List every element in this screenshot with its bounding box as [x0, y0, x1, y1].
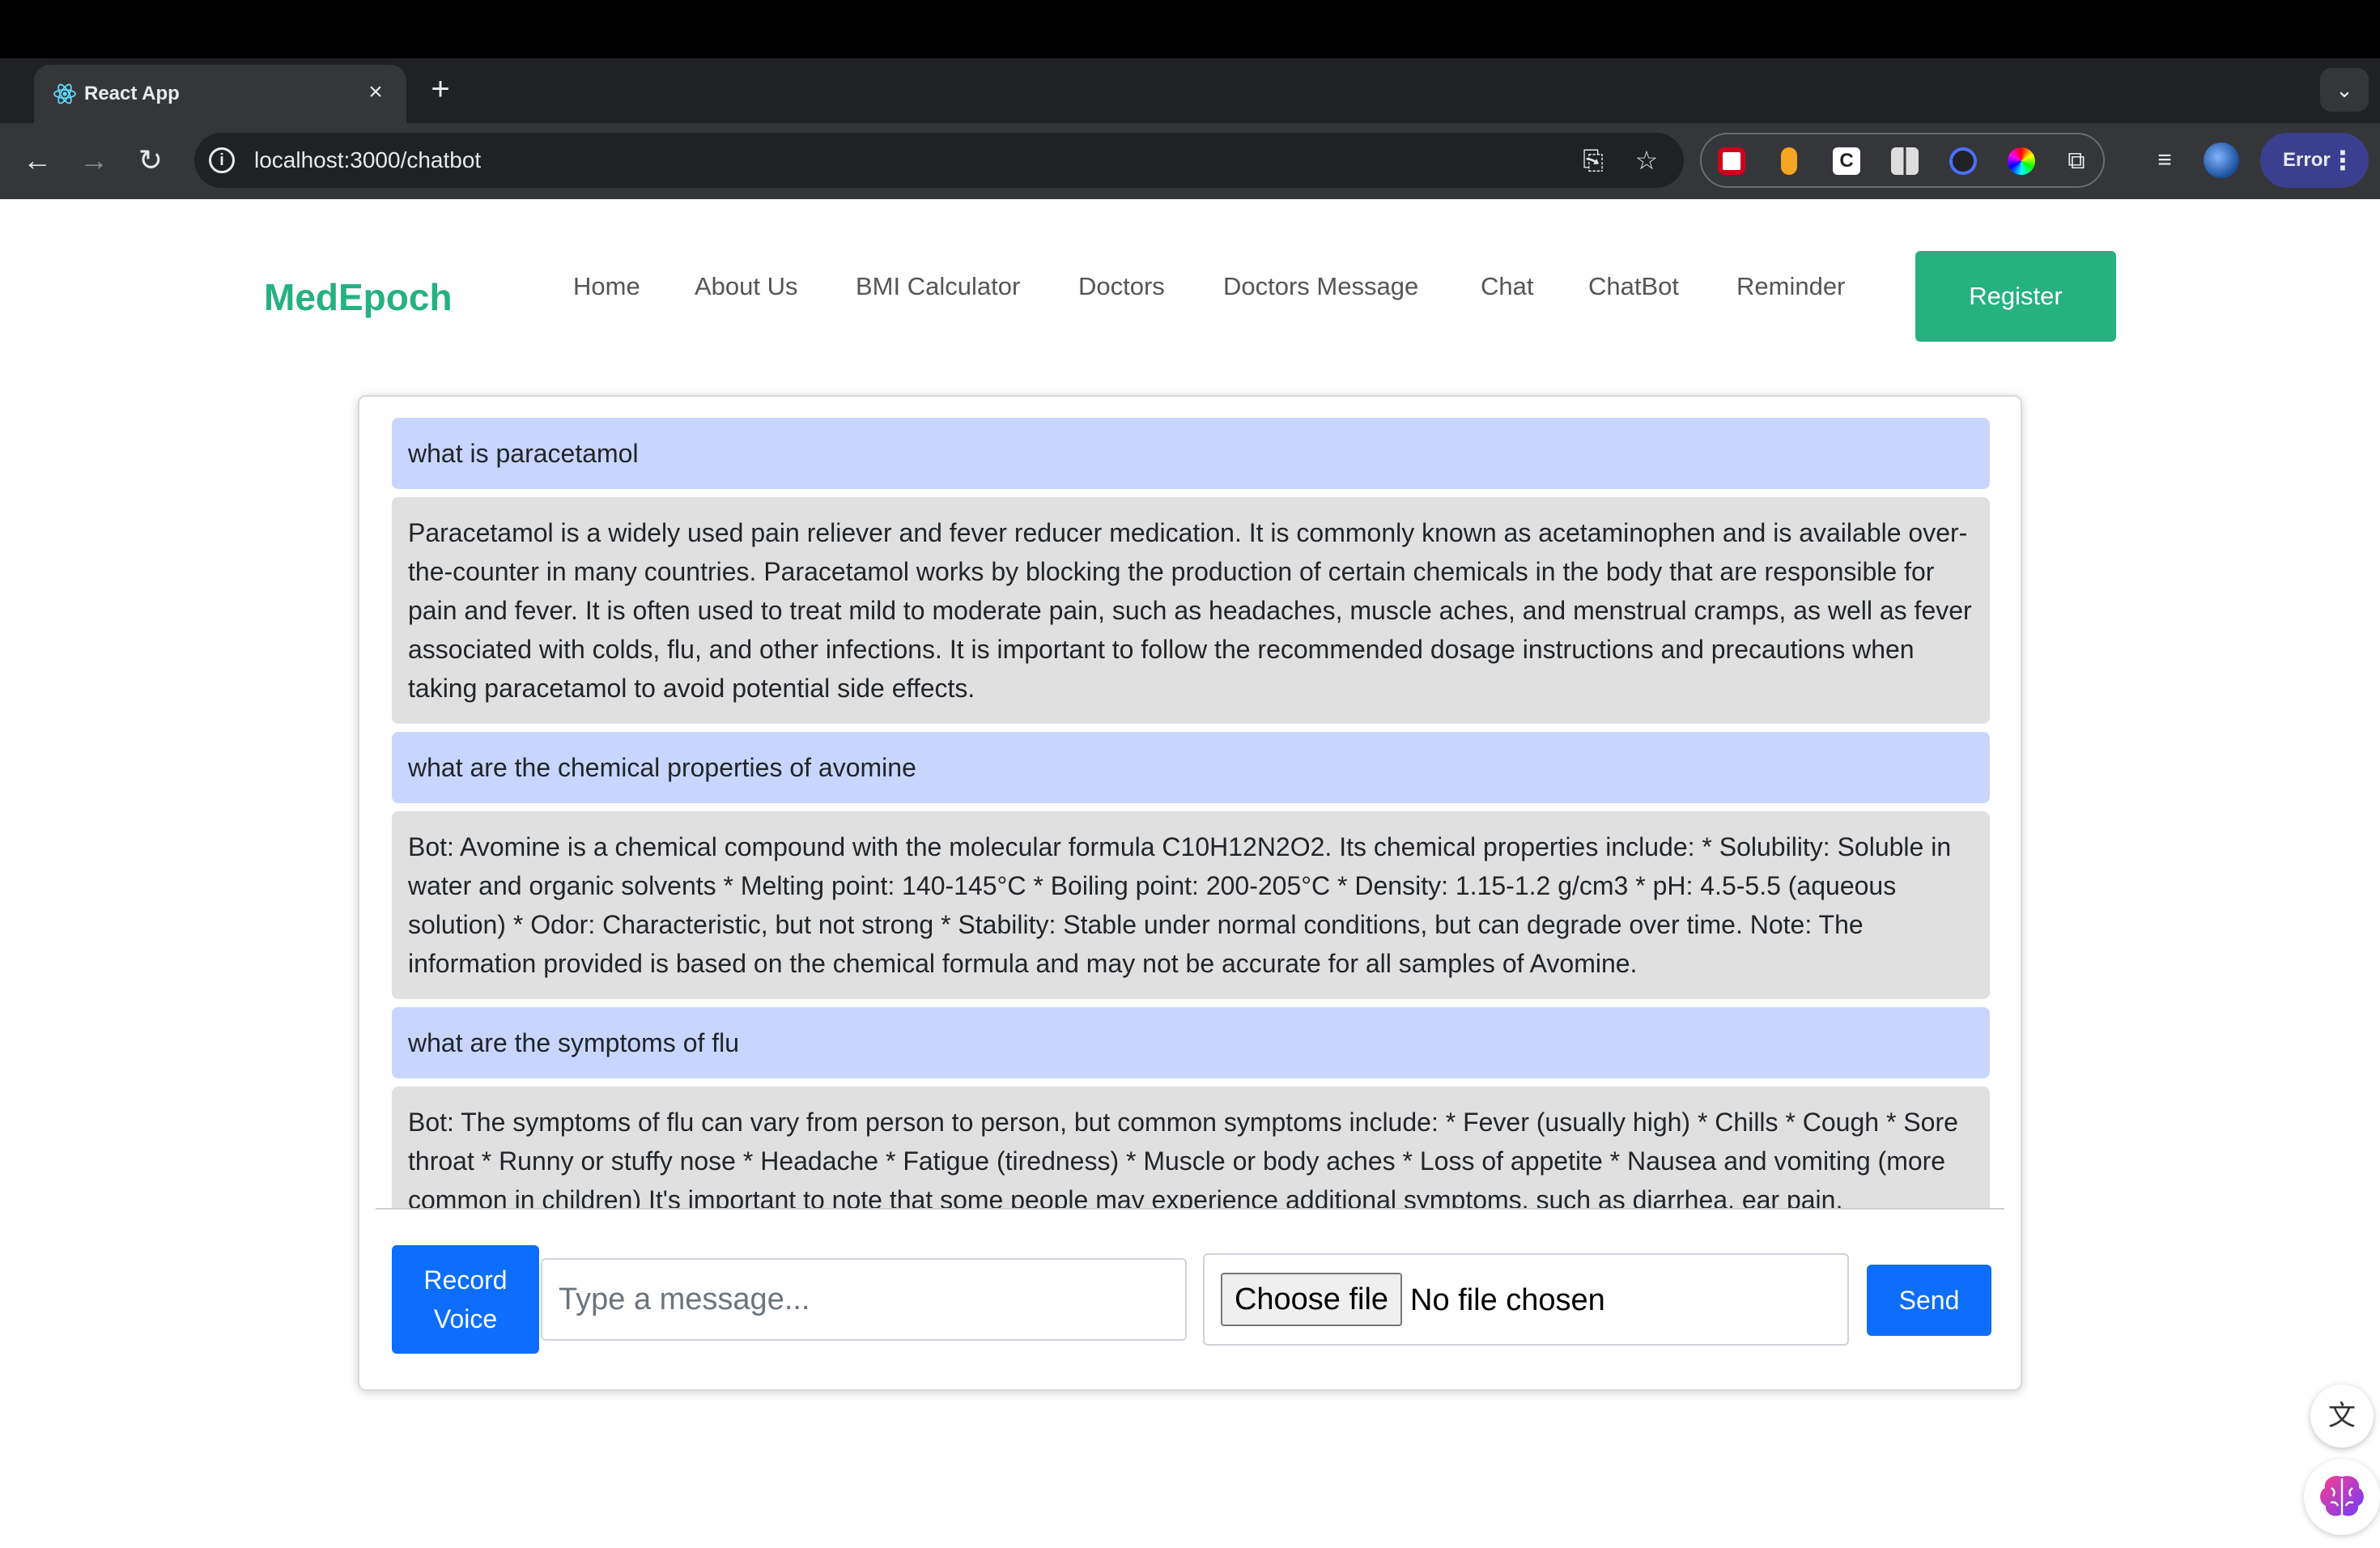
- nav-bmi-calculator[interactable]: BMI Calculator: [856, 272, 1020, 301]
- page-viewport: MedEpoch Home About Us BMI Calculator Do…: [0, 199, 2380, 1548]
- choose-file-button[interactable]: Choose file: [1221, 1273, 1402, 1326]
- message-input[interactable]: Type a message...: [541, 1258, 1187, 1341]
- message-list[interactable]: what is paracetamol Paracetamol is a wid…: [359, 397, 2021, 1208]
- reload-icon[interactable]: ↻: [130, 139, 172, 181]
- back-arrow-icon[interactable]: ←: [16, 139, 58, 181]
- system-menu-bar: [0, 0, 2380, 58]
- bot-message: Bot: The symptoms of flu can vary from p…: [392, 1087, 1990, 1208]
- extensions-group: C ⧉: [1700, 133, 2105, 188]
- record-voice-label-line1: Record: [423, 1265, 508, 1295]
- browser-tab[interactable]: React App ×: [34, 65, 406, 123]
- nav-chat[interactable]: Chat: [1481, 272, 1533, 301]
- new-tab-icon[interactable]: +: [423, 73, 458, 108]
- record-voice-label-line2: Voice: [433, 1304, 498, 1333]
- bot-message: Paracetamol is a widely used pain reliev…: [392, 497, 1990, 724]
- nav-about-us[interactable]: About Us: [695, 272, 798, 301]
- brain-icon[interactable]: [2304, 1459, 2380, 1535]
- user-message: what are the symptoms of flu: [392, 1007, 1990, 1078]
- react-logo-icon: [53, 83, 76, 104]
- nav-doctors[interactable]: Doctors: [1078, 272, 1165, 301]
- extension-circle-icon[interactable]: [1949, 147, 1977, 175]
- translate-icon[interactable]: 文: [2310, 1384, 2374, 1448]
- address-bar[interactable]: i localhost:3000/chatbot ⎘ ☆: [194, 133, 1684, 188]
- puzzle-icon[interactable]: ⧉: [2063, 147, 2090, 175]
- forward-arrow-icon[interactable]: →: [73, 139, 115, 181]
- send-button[interactable]: Send: [1867, 1265, 1991, 1336]
- url-text[interactable]: localhost:3000/chatbot: [254, 147, 481, 173]
- tab-strip: React App × + ⌄: [0, 58, 2380, 123]
- nav-doctors-message[interactable]: Doctors Message: [1223, 272, 1418, 301]
- register-button[interactable]: Register: [1915, 251, 2116, 342]
- extension-orange-icon[interactable]: [1781, 147, 1797, 175]
- extension-c-icon[interactable]: C: [1833, 147, 1860, 175]
- nav-home[interactable]: Home: [573, 272, 640, 301]
- browser-toolbar: ← → ↻ i localhost:3000/chatbot ⎘ ☆ C ⧉ ≡…: [0, 123, 2380, 199]
- media-queue-icon[interactable]: ≡: [2145, 141, 2184, 180]
- nav-chatbot[interactable]: ChatBot: [1588, 272, 1679, 301]
- brain-icon-graphic: [2320, 1475, 2364, 1516]
- chat-container: what is paracetamol Paracetamol is a wid…: [358, 395, 2022, 1391]
- tab-search-chevron-icon[interactable]: ⌄: [2320, 68, 2369, 112]
- nav-reminder[interactable]: Reminder: [1736, 272, 1845, 301]
- composer-divider: [376, 1208, 2004, 1210]
- profile-error-label: Error: [2283, 149, 2331, 171]
- user-message: what are the chemical properties of avom…: [392, 732, 1990, 803]
- install-app-icon[interactable]: ⎘: [1577, 144, 1609, 176]
- extension-record-icon[interactable]: [1718, 147, 1745, 175]
- tab-title: React App: [84, 83, 180, 104]
- extension-reader-icon[interactable]: [1891, 147, 1919, 175]
- file-input[interactable]: Choose file No file chosen: [1203, 1253, 1849, 1346]
- profile-error-button[interactable]: Error ⋮: [2260, 133, 2369, 188]
- bot-message: Bot: Avomine is a chemical compound with…: [392, 811, 1990, 999]
- record-voice-button[interactable]: Record Voice: [392, 1245, 539, 1354]
- extension-color-icon[interactable]: [2008, 147, 2035, 175]
- more-menu-icon[interactable]: ⋮: [2330, 133, 2356, 188]
- close-tab-icon[interactable]: ×: [359, 76, 392, 108]
- user-message: what is paracetamol: [392, 418, 1990, 489]
- star-icon[interactable]: ☆: [1630, 144, 1663, 176]
- avatar[interactable]: [2204, 142, 2239, 178]
- file-status-label: No file chosen: [1410, 1283, 1605, 1317]
- brand-logo[interactable]: MedEpoch: [264, 275, 453, 319]
- site-info-icon[interactable]: i: [209, 147, 235, 173]
